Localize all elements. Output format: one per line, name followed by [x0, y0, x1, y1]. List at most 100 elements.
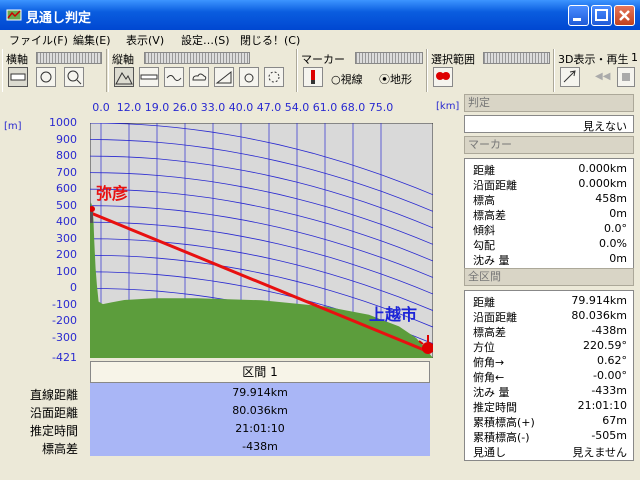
table-row: 距離 0.000km: [465, 161, 633, 177]
table-row: 累積標高(+) 67m: [465, 413, 633, 429]
row-value: 67m: [602, 414, 627, 427]
flat-ruler-icon: [140, 74, 158, 80]
judge-panel: 判定 見えない: [464, 94, 634, 133]
y-tick-label: 700: [56, 165, 77, 179]
end-label: 上越市: [369, 305, 417, 324]
ruler-icon: [10, 73, 26, 81]
row-value: -0.00°: [593, 369, 627, 382]
stop-icon: [622, 73, 630, 81]
v-axis-sun-button[interactable]: [239, 67, 259, 87]
table-row: 標高差 -438m: [465, 323, 633, 339]
y-tick-label: 400: [56, 215, 77, 229]
v-axis-cloud-button[interactable]: [189, 67, 209, 87]
table-row: 沈み 量 0m: [465, 251, 633, 267]
menu-settings[interactable]: 設定…(S): [181, 32, 230, 48]
marker-table: 距離 0.000km 沿面距離 0.000km 標高 458m 標高差 0m 傾斜 0.0° 勾配 0…: [464, 158, 634, 269]
marker-label: マーカー: [301, 53, 345, 66]
menu-file[interactable]: ファイル(F): [9, 32, 68, 48]
table-row: 距離 79.914km: [465, 293, 633, 309]
play3d-toolbar: 3D表示・再生 1 ◀◀: [554, 49, 640, 92]
h-axis-ruler-button[interactable]: [8, 67, 28, 87]
range-marker-icon: [436, 72, 450, 80]
row-value: 80.036km: [571, 309, 627, 322]
table-row: 沈み 量 -433m: [465, 383, 633, 399]
all-section-table: 距離 79.914km 沿面距離 80.036km 標高差 -438m 方位 220.59° 俯…: [464, 290, 634, 461]
y-tick-label: -200: [52, 314, 77, 328]
row-value: 0.0°: [604, 222, 627, 235]
play3d-button[interactable]: [560, 67, 580, 87]
maximize-button[interactable]: [591, 5, 612, 26]
section-value-straight: 79.914km: [232, 386, 288, 399]
menu-edit[interactable]: 編集(E): [73, 32, 111, 48]
minimize-button[interactable]: [568, 5, 589, 26]
marker-pin-button[interactable]: [303, 67, 323, 87]
section-values: 79.914km 80.036km 21:01:10 -438m: [90, 383, 430, 456]
judge-value: 見えない: [583, 120, 627, 133]
play3d-badge: 1: [631, 51, 638, 64]
pin-icon: [311, 70, 315, 84]
section-label-time: 推定時間: [29, 424, 78, 438]
row-value: 220.59°: [583, 339, 627, 352]
x-tick-label: 0.0: [92, 101, 110, 114]
row-value: -505m: [591, 429, 627, 442]
h-axis-slider[interactable]: [36, 52, 102, 64]
y-tick-label: -100: [52, 297, 77, 311]
row-value: 458m: [595, 192, 627, 205]
row-value: 0.62°: [597, 354, 627, 367]
h-axis-zoom-button[interactable]: [64, 67, 84, 87]
marker-slider[interactable]: [355, 52, 423, 64]
mountain-icon: [115, 72, 133, 85]
row-value: 0m: [609, 207, 627, 220]
rewind-icon[interactable]: ◀◀: [595, 71, 610, 82]
radio-terrain-label: 地形: [390, 73, 412, 86]
table-row: 勾配 0.0%: [465, 236, 633, 252]
v-axis-wave-button[interactable]: [164, 67, 184, 87]
marker-toolbar: マーカー ○視線 ⦿地形: [297, 49, 427, 92]
section-label-straight: 直線距離: [29, 388, 78, 402]
v-axis-dash-button[interactable]: [264, 67, 284, 87]
maximize-icon: [595, 9, 608, 21]
judge-header: 判定: [464, 94, 634, 112]
v-axis-angle-button[interactable]: [214, 67, 234, 87]
range-toolbar: 選択範囲: [427, 49, 554, 92]
range-select-button[interactable]: [433, 67, 453, 87]
radio-terrain[interactable]: ⦿地形: [379, 71, 412, 87]
cloud-icon: [192, 73, 207, 81]
all-section-panel: 全区間 距離 79.914km 沿面距離 80.036km 標高差 -438m 方位 220.…: [464, 268, 634, 461]
x-tick-label: 40.0: [228, 101, 254, 114]
close-button[interactable]: [614, 5, 635, 26]
fit-icon: [40, 71, 52, 83]
table-row: 沿面距離 80.036km: [465, 308, 633, 324]
y-tick-label: -421: [52, 351, 77, 364]
y-tick-label: 200: [56, 248, 77, 262]
y-tick-label: 600: [56, 182, 77, 196]
table-row: 標高差 0m: [465, 206, 633, 222]
stop-button[interactable]: [617, 67, 635, 87]
radio-sight[interactable]: ○視線: [331, 71, 363, 87]
menu-view[interactable]: 表示(V): [126, 32, 164, 48]
v-axis-flat-button[interactable]: [139, 67, 159, 87]
v-axis-mountain-button[interactable]: [114, 67, 134, 87]
h-axis-fit-button[interactable]: [36, 67, 56, 87]
v-axis-slider[interactable]: [144, 52, 250, 64]
section-value-surface: 80.036km: [232, 404, 288, 417]
range-label: 選択範囲: [431, 53, 475, 66]
plane-3d-icon: [563, 70, 576, 83]
all-section-header: 全区間: [464, 268, 634, 286]
section-value-elevdiff: -438m: [242, 440, 278, 453]
row-value: 79.914km: [571, 294, 627, 307]
table-row: 推定時間 21:01:10: [465, 398, 633, 414]
marker-panel: マーカー 距離 0.000km 沿面距離 0.000km 標高 458m 標高差 0m 傾斜 0.…: [464, 136, 634, 269]
dashed-circle-icon: [268, 71, 280, 83]
range-slider[interactable]: [483, 52, 550, 64]
y-tick-label: 300: [56, 231, 77, 245]
h-axis-toolbar: 横軸: [2, 49, 107, 92]
title-bar: 見通し判定: [0, 0, 640, 30]
x-tick-label: 68.0: [340, 101, 366, 114]
x-tick-label: 33.0: [200, 101, 226, 114]
x-tick-label: 75.0: [368, 101, 394, 114]
x-tick-label: 12.0: [116, 101, 142, 114]
elevation-profile-plot[interactable]: 弥彦 上越市: [90, 123, 433, 358]
judge-result: 見えない: [464, 115, 634, 133]
menu-close[interactable]: 閉じる！(C): [240, 32, 300, 48]
